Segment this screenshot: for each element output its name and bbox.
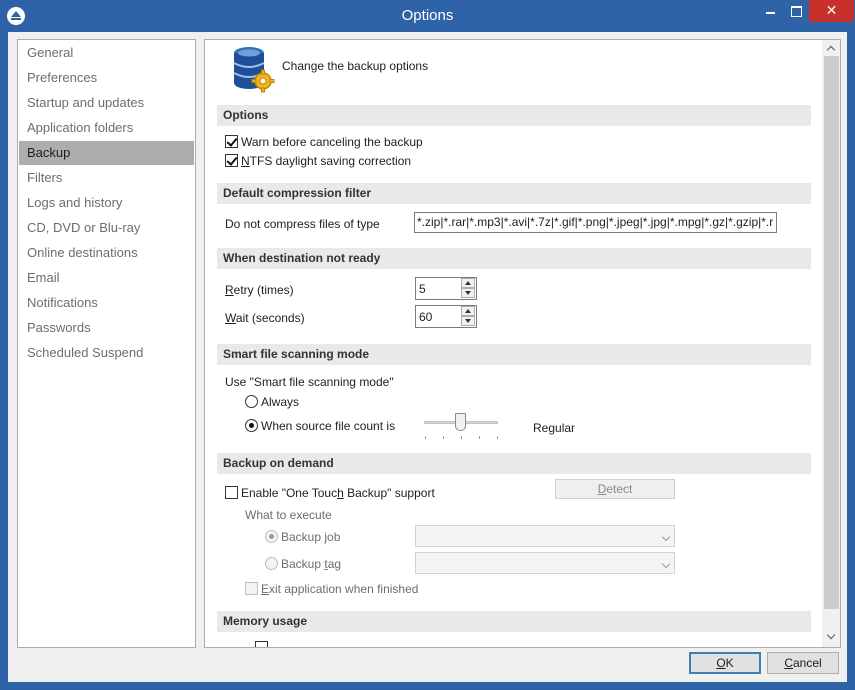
close-icon: ✕ bbox=[826, 2, 838, 18]
backup-tag-select[interactable] bbox=[415, 552, 675, 574]
nav-item-scheduled-suspend[interactable]: Scheduled Suspend bbox=[19, 341, 194, 365]
nav-item-email[interactable]: Email bbox=[19, 266, 194, 290]
section-scanning: Smart file scanning mode bbox=[217, 344, 811, 365]
scan-always-label[interactable]: Always bbox=[261, 395, 299, 409]
scroll-up-icon[interactable] bbox=[826, 44, 836, 54]
retry-up-button[interactable] bbox=[461, 278, 475, 288]
backup-job-select[interactable] bbox=[415, 525, 675, 547]
wait-value: 60 bbox=[419, 310, 432, 324]
slider-tick bbox=[425, 436, 426, 439]
section-compression: Default compression filter bbox=[217, 183, 811, 204]
dialog-client-area: General Preferences Startup and updates … bbox=[8, 32, 847, 682]
options-window: Options ✕ General Preferences Startup an… bbox=[0, 0, 855, 690]
wait-up-button[interactable] bbox=[461, 306, 475, 316]
retry-label: Retry (times) bbox=[225, 283, 294, 297]
database-gear-icon bbox=[232, 44, 276, 94]
scan-when-count-label[interactable]: When source file count is bbox=[261, 419, 395, 433]
backup-tag-label[interactable]: Backup tag bbox=[281, 557, 341, 571]
nav-item-filters[interactable]: Filters bbox=[19, 166, 194, 190]
page-title: Change the backup options bbox=[282, 59, 428, 73]
retry-spinner[interactable]: 5 bbox=[415, 277, 477, 300]
backup-job-radio[interactable] bbox=[265, 530, 278, 543]
section-options: Options bbox=[217, 105, 811, 126]
section-memory: Memory usage bbox=[217, 611, 811, 632]
warn-cancel-label[interactable]: Warn before canceling the backup bbox=[241, 135, 423, 149]
nav-item-backup[interactable]: Backup bbox=[19, 141, 194, 165]
ntfs-dst-checkbox[interactable] bbox=[225, 154, 238, 167]
slider-tick bbox=[479, 436, 480, 439]
nav-item-startup-updates[interactable]: Startup and updates bbox=[19, 91, 194, 115]
what-to-execute-label: What to execute bbox=[245, 508, 332, 522]
scan-always-radio[interactable] bbox=[245, 395, 258, 408]
maximize-button[interactable] bbox=[783, 0, 809, 22]
warn-cancel-checkbox[interactable] bbox=[225, 135, 238, 148]
backup-options-panel: Change the backup options Options Warn b… bbox=[204, 39, 841, 648]
nav-item-logs-history[interactable]: Logs and history bbox=[19, 191, 194, 215]
ok-button[interactable]: OK bbox=[689, 652, 761, 674]
nav-item-cd-dvd-bluray[interactable]: CD, DVD or Blu-ray bbox=[19, 216, 194, 240]
backup-tag-radio[interactable] bbox=[265, 557, 278, 570]
retry-down-button[interactable] bbox=[461, 288, 475, 298]
exit-app-label[interactable]: Exit application when finished bbox=[261, 582, 418, 596]
scan-level-label: Regular bbox=[533, 421, 575, 435]
backup-job-label[interactable]: Backup job bbox=[281, 530, 340, 544]
detect-button[interactable]: Detect bbox=[555, 479, 675, 499]
minimize-button[interactable] bbox=[757, 0, 783, 22]
scanning-use-label: Use "Smart file scanning mode" bbox=[225, 375, 394, 389]
scan-when-count-radio[interactable] bbox=[245, 419, 258, 432]
wait-spinner[interactable]: 60 bbox=[415, 305, 477, 328]
one-touch-checkbox[interactable] bbox=[225, 486, 238, 499]
wait-label: Wait (seconds) bbox=[225, 311, 305, 325]
nav-item-general[interactable]: General bbox=[19, 41, 194, 65]
title-bar[interactable]: Options ✕ bbox=[0, 0, 855, 32]
window-title: Options bbox=[0, 7, 855, 24]
slider-tick bbox=[461, 436, 462, 439]
memory-checkbox[interactable] bbox=[255, 641, 268, 648]
cancel-button[interactable]: Cancel bbox=[767, 652, 839, 674]
compression-filter-input[interactable]: *.zip|*.rar|*.mp3|*.avi|*.7z|*.gif|*.png… bbox=[414, 212, 777, 233]
scan-level-thumb[interactable] bbox=[455, 413, 466, 431]
close-button[interactable]: ✕ bbox=[809, 0, 854, 22]
section-destination: When destination not ready bbox=[217, 248, 811, 269]
section-on-demand: Backup on demand bbox=[217, 453, 811, 474]
exit-app-checkbox[interactable] bbox=[245, 582, 258, 595]
retry-value: 5 bbox=[419, 282, 426, 296]
one-touch-label[interactable]: Enable "One Touch Backup" support bbox=[241, 486, 435, 500]
nav-item-application-folders[interactable]: Application folders bbox=[19, 116, 194, 140]
ntfs-dst-label[interactable]: NTFS daylight saving correction bbox=[241, 154, 411, 168]
slider-tick bbox=[443, 436, 444, 439]
scrollbar-thumb[interactable] bbox=[824, 56, 839, 609]
compression-label: Do not compress files of type bbox=[225, 217, 380, 231]
nav-item-online-destinations[interactable]: Online destinations bbox=[19, 241, 194, 265]
nav-item-notifications[interactable]: Notifications bbox=[19, 291, 194, 315]
nav-item-preferences[interactable]: Preferences bbox=[19, 66, 194, 90]
category-list[interactable]: General Preferences Startup and updates … bbox=[17, 39, 196, 648]
wait-down-button[interactable] bbox=[461, 316, 475, 326]
slider-tick bbox=[497, 436, 498, 439]
vertical-scrollbar[interactable] bbox=[822, 40, 841, 647]
scroll-down-icon[interactable] bbox=[826, 632, 836, 642]
nav-item-passwords[interactable]: Passwords bbox=[19, 316, 194, 340]
